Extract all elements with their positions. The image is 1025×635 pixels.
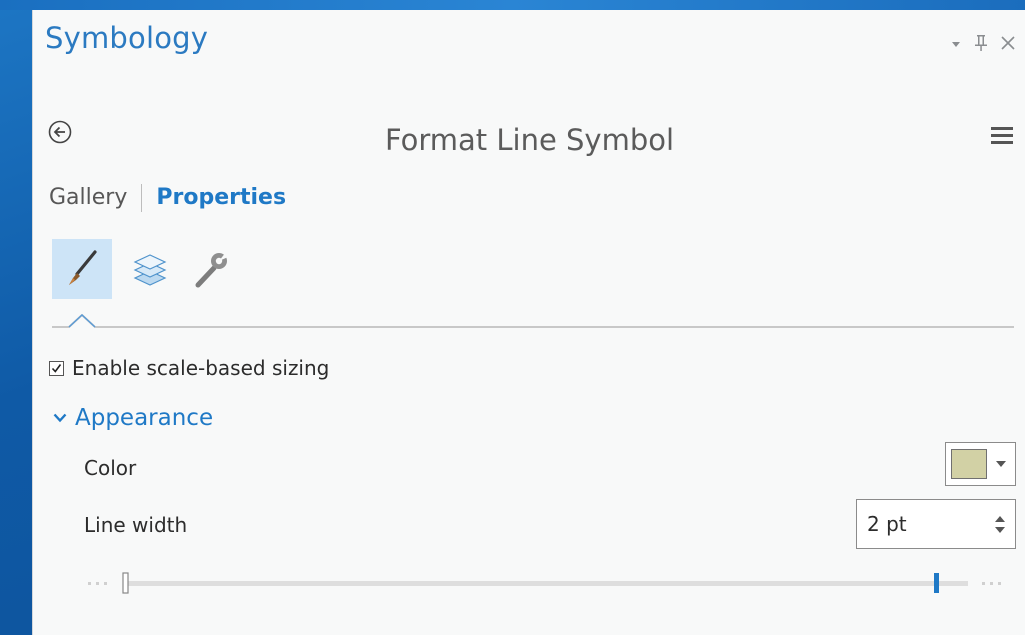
symbology-pane: Symbology Format Line Symbol Gallery Pro… [32, 10, 1025, 635]
pane-controls [950, 34, 1016, 52]
appearance-label: Appearance [75, 405, 214, 431]
line-width-input[interactable] [867, 512, 957, 536]
color-picker[interactable] [945, 442, 1016, 486]
chevron-down-icon [996, 461, 1006, 467]
scale-sizing-label: Enable scale-based sizing [72, 356, 330, 380]
chevron-down-icon [53, 413, 67, 423]
slider-track [126, 581, 968, 586]
slider-min-handle[interactable] [122, 572, 129, 594]
slider-thumb[interactable] [934, 573, 939, 593]
scale-sizing-option[interactable]: Enable scale-based sizing [49, 356, 329, 380]
wrench-tool-button[interactable] [188, 239, 232, 299]
symbol-toolbar [52, 239, 232, 299]
tab-gallery[interactable]: Gallery [49, 187, 127, 209]
view-tabs: Gallery Properties [49, 184, 286, 212]
paintbrush-icon [69, 250, 97, 285]
wrench-icon [195, 252, 228, 288]
desktop-background [0, 0, 1025, 10]
appearance-section-header[interactable]: Appearance [53, 405, 213, 431]
color-label: Color [84, 456, 137, 480]
checkmark-icon [51, 363, 62, 373]
pane-title: Symbology [45, 21, 209, 55]
page-title: Format Line Symbol [384, 123, 675, 157]
line-width-stepper[interactable] [856, 499, 1016, 549]
tab-separator [141, 184, 143, 212]
layers-icon [133, 254, 167, 286]
pin-icon[interactable] [974, 34, 988, 52]
close-icon[interactable] [1000, 35, 1016, 51]
color-swatch [951, 449, 987, 479]
hamburger-menu-icon[interactable] [990, 124, 1014, 150]
line-width-label: Line width [84, 513, 188, 537]
layers-tool-button[interactable] [128, 239, 172, 299]
line-width-slider[interactable] [88, 570, 1025, 596]
paintbrush-tool-button[interactable] [52, 239, 112, 299]
pin-dropdown-icon[interactable] [950, 37, 962, 49]
stepper-down-icon[interactable] [995, 526, 1005, 533]
stepper-up-icon[interactable] [995, 515, 1005, 523]
tab-properties[interactable]: Properties [156, 187, 286, 209]
tool-divider [52, 313, 1014, 336]
scale-sizing-checkbox[interactable] [49, 360, 64, 376]
stepper-arrows[interactable] [995, 515, 1005, 533]
